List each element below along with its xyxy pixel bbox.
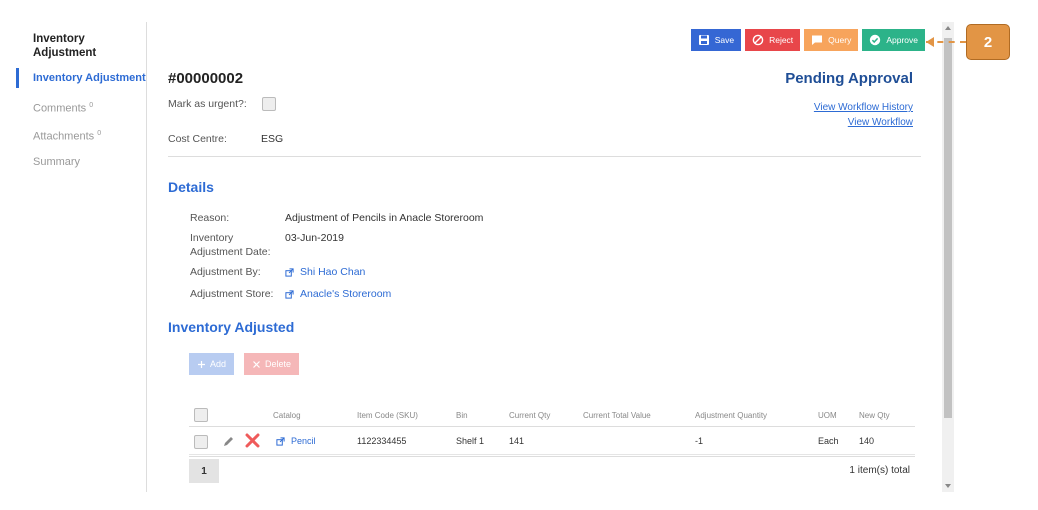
reason-value: Adjustment of Pencils in Anacle Storeroo… [285,212,484,224]
bin-cell: Shelf 1 [456,436,485,446]
external-link-icon [285,289,294,299]
sidebar: Inventory Adjustment Inventory Adjustmen… [16,22,147,492]
callout-badge: 2 [966,24,1010,60]
approve-label: Approve [886,35,918,45]
column-header-current-qty[interactable]: Current Qty [509,411,550,420]
catalog-value: Pencil [291,436,316,446]
new-qty-cell: 140 [859,436,875,446]
column-header-current-total-value[interactable]: Current Total Value [583,411,651,420]
action-toolbar: Save Reject Query Approve [690,29,925,51]
urgent-label: Mark as urgent?: [168,98,247,110]
view-workflow-history-link[interactable]: View Workflow History [814,102,913,113]
query-button[interactable]: Query [804,29,859,51]
adjustment-store-value: Anacle's Storeroom [300,288,392,300]
reject-label: Reject [769,35,794,45]
sidebar-item-label: Inventory Adjustment [33,72,146,84]
floppy-icon [698,35,709,45]
date-value: 03-Jun-2019 [285,232,344,244]
select-all-checkbox[interactable] [194,408,208,422]
date-label-line2: Adjustment Date: [190,246,271,258]
view-workflow-link[interactable]: View Workflow [848,117,913,128]
sidebar-item-comments[interactable]: Comments 0 [16,96,146,116]
column-header-bin[interactable]: Bin [456,411,468,420]
uom-cell: Each [818,436,839,446]
header-divider [189,426,915,427]
sku-cell: 1122334455 [357,436,407,446]
no-entry-icon [752,34,764,46]
plus-icon [198,360,205,368]
sidebar-item-inventory-adjustment[interactable]: Inventory Adjustment [16,68,146,88]
external-link-icon [285,267,294,277]
row-divider [189,456,915,457]
sidebar-item-summary[interactable]: Summary [16,152,146,172]
total-count: 1 item(s) total [849,465,910,476]
sidebar-item-label: Attachments [33,130,95,143]
app-frame: Inventory Adjustment Inventory Adjustmen… [16,22,958,492]
sidebar-item-label: Summary [33,156,81,168]
sidebar-item-attachments[interactable]: Attachments 0 [16,124,146,144]
close-icon [253,360,260,368]
row-checkbox[interactable] [194,435,208,449]
scrollbar-thumb[interactable] [944,38,952,418]
sidebar-title: Inventory Adjustment [33,33,97,59]
catalog-link[interactable]: Pencil [276,436,316,446]
pencil-icon[interactable] [222,435,235,448]
query-label: Query [828,35,852,45]
column-header-new-qty[interactable]: New Qty [859,411,890,420]
footer-divider [189,454,915,455]
scroll-down-icon[interactable] [945,484,951,488]
save-label: Save [714,35,735,45]
column-header-adjustment-quantity[interactable]: Adjustment Quantity [695,411,767,420]
divider [168,156,921,157]
comments-count: 0 [89,102,94,109]
scroll-up-icon[interactable] [945,26,951,30]
save-button[interactable]: Save [690,29,742,51]
callout-arrow-icon [926,37,934,47]
status-heading: Pending Approval [785,70,913,87]
main-content: Save Reject Query Approve #00000002 Pend… [146,22,943,492]
delete-button[interactable]: Delete [244,353,300,375]
delete-x-icon[interactable] [245,433,260,448]
current-qty-cell: 141 [509,436,525,446]
approve-button[interactable]: Approve [862,29,925,51]
reject-button[interactable]: Reject [745,29,801,51]
speech-bubble-icon [812,35,823,45]
adjustment-by-label: Adjustment By: [190,266,261,278]
delete-label: Delete [265,359,292,369]
column-header-sku[interactable]: Item Code (SKU) [357,411,418,420]
adjustment-by-link[interactable]: Shi Hao Chan [285,266,365,278]
add-button[interactable]: Add [189,353,235,375]
column-header-uom[interactable]: UOM [818,411,837,420]
check-circle-icon [870,34,881,46]
date-label-line1: Inventory [190,232,234,244]
cost-centre-value: ESG [261,133,284,145]
add-label: Add [210,359,227,369]
reason-label: Reason: [190,212,230,224]
document-number: #00000002 [168,70,244,87]
external-link-icon [276,436,285,446]
adjustment-store-label: Adjustment Store: [190,288,274,300]
page-button[interactable]: 1 [189,459,219,483]
attachments-count: 0 [97,130,102,137]
inventory-adjusted-heading: Inventory Adjusted [168,319,295,335]
scrollbar[interactable] [942,22,954,492]
urgent-checkbox[interactable] [262,97,276,111]
adjustment-store-link[interactable]: Anacle's Storeroom [285,288,391,300]
cost-centre-label: Cost Centre: [168,133,227,145]
column-header-catalog[interactable]: Catalog [273,411,301,420]
adjustment-qty-cell: -1 [695,436,704,446]
sidebar-item-label: Comments [33,102,87,115]
details-heading: Details [168,179,214,195]
adjustment-by-value: Shi Hao Chan [300,266,366,278]
